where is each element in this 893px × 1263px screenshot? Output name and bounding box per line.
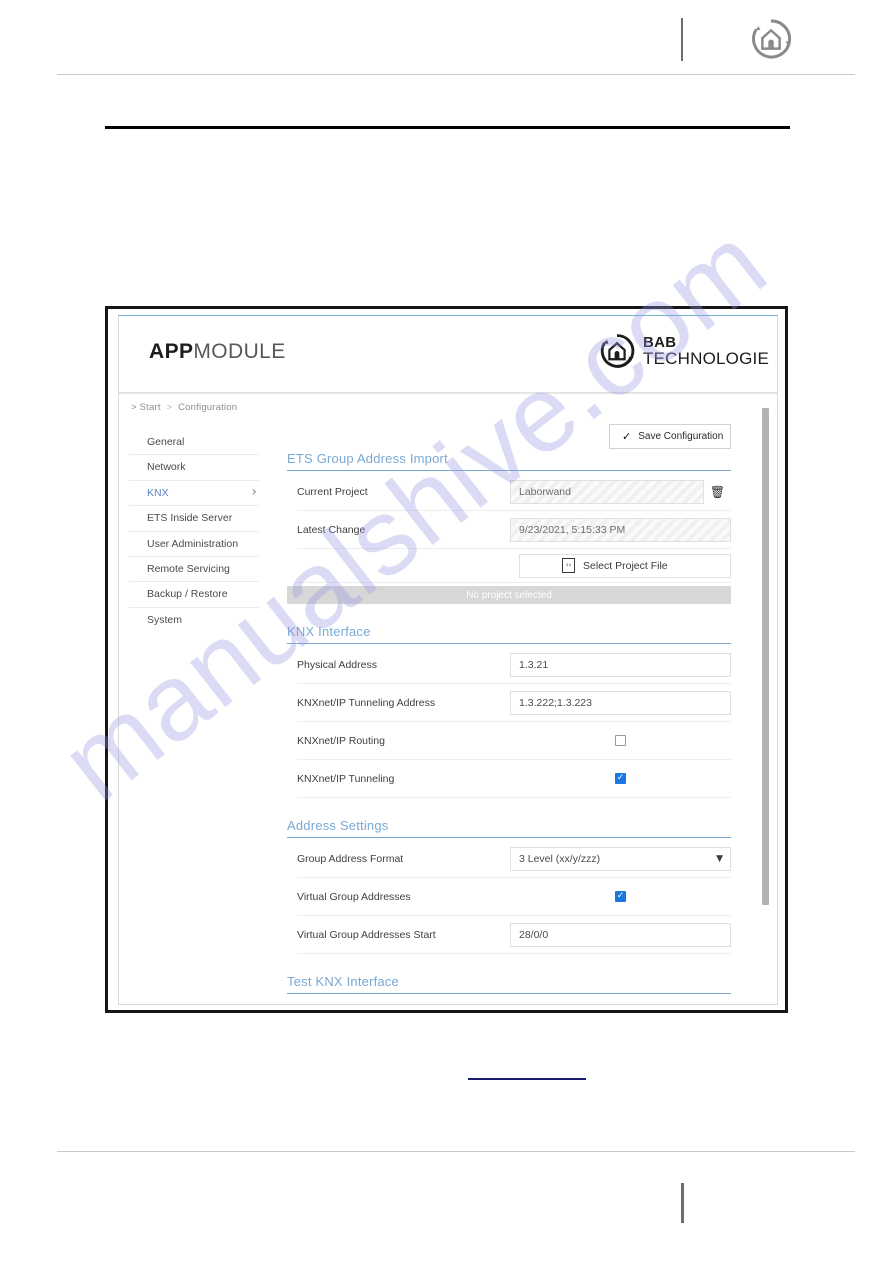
row-physical-address: Physical Address 1.3.21	[297, 646, 731, 684]
sidebar-item-label: Remote Servicing	[147, 562, 230, 575]
row-select-project-file: ‹› Select Project File	[297, 549, 731, 583]
row-group-address-format: Group Address Format 3 Level (xx/y/zzz) …	[297, 840, 731, 878]
field-latest-change: 9/23/2021, 5:15:33 PM	[510, 517, 731, 542]
sidebar-item-label: General	[147, 436, 185, 448]
select-project-file-button[interactable]: ‹› Select Project File	[519, 553, 731, 578]
row-knxnet-tunneling-address: KNXnet/IP Tunneling Address 1.3.222;1.3.…	[297, 684, 731, 722]
app-body: > Start > Configuration General Network …	[119, 393, 777, 1004]
sidebar-item-system[interactable]: System	[129, 608, 259, 633]
breadcrumb-item-start[interactable]: Start	[140, 402, 161, 413]
scrollbar-track[interactable]	[762, 398, 773, 1002]
sidebar-item-ets-inside-server[interactable]: ETS Inside Server	[129, 506, 259, 532]
select-group-address-format[interactable]: 3 Level (xx/y/zzz) ▼	[510, 846, 731, 871]
label-latest-change: Latest Change	[297, 523, 366, 536]
sidebar-item-user-administration[interactable]: User Administration	[129, 532, 259, 557]
input-knxnet-tunneling-address[interactable]: 1.3.222;1.3.223	[510, 690, 731, 715]
sidebar-item-label: User Administration	[147, 537, 239, 550]
checkbox-knxnet-routing[interactable]	[615, 735, 626, 746]
label-group-address-format: Group Address Format	[297, 852, 404, 865]
page-header-rule	[57, 74, 855, 75]
save-configuration-label: Save Configuration	[638, 431, 724, 442]
trash-icon[interactable]: 🗑	[704, 480, 731, 504]
page-header-accent-bar	[681, 18, 683, 61]
row-virtual-group-addresses-start: Virtual Group Addresses Start 28/0/0	[297, 916, 731, 954]
select-project-file-label: Select Project File	[583, 559, 668, 572]
section-title-ets-import: ETS Group Address Import	[287, 451, 448, 466]
config-content: ✓ Save Configuration ETS Group Address I…	[287, 424, 731, 996]
label-current-project: Current Project	[297, 485, 368, 498]
check-icon: ✓	[622, 430, 632, 443]
input-physical-address[interactable]: 1.3.21	[510, 652, 731, 677]
breadcrumb: > Start > Configuration	[131, 402, 237, 413]
label-virtual-group-addresses-start: Virtual Group Addresses Start	[297, 928, 436, 941]
section-title-address-settings: Address Settings	[287, 818, 389, 833]
bab-wordmark: BAB TECHNOLOGIE	[643, 333, 769, 368]
bab-technologie-logo: BAB TECHNOLOGIE	[598, 332, 769, 370]
label-knxnet-tunneling: KNXnet/IP Tunneling	[297, 772, 395, 785]
sidebar-item-knx[interactable]: KNX ›	[129, 481, 259, 507]
page-footer-accent-bar	[681, 1183, 684, 1223]
checkbox-virtual-group-addresses[interactable]: ✓	[615, 891, 626, 902]
row-virtual-group-addresses: Virtual Group Addresses ✓	[297, 878, 731, 916]
label-physical-address: Physical Address	[297, 658, 377, 671]
page-section-rule	[105, 126, 790, 129]
sidebar-item-network[interactable]: Network	[129, 455, 259, 481]
sidebar-nav: General Network KNX › ETS Inside Server …	[129, 430, 259, 633]
breadcrumb-prefix: >	[131, 402, 137, 413]
app-brand-light: MODULE	[193, 340, 286, 363]
section-rule	[287, 470, 731, 471]
save-configuration-button[interactable]: ✓ Save Configuration	[609, 424, 731, 449]
section-rule	[287, 993, 731, 994]
breadcrumb-separator: >	[166, 402, 173, 413]
sidebar-item-label: ETS Inside Server	[147, 512, 233, 525]
checkbox-knxnet-tunneling[interactable]: ✓	[615, 773, 626, 784]
sidebar-item-backup-restore[interactable]: Backup / Restore	[129, 582, 259, 608]
field-current-project: Laborwand	[510, 479, 704, 504]
status-bar-no-project: No project selected	[287, 586, 731, 604]
section-rule	[287, 837, 731, 838]
row-knxnet-tunneling: KNXnet/IP Tunneling ✓	[297, 760, 731, 798]
checkbox-wrap	[510, 735, 731, 746]
sidebar-item-label: KNX	[147, 486, 169, 499]
row-knxnet-routing: KNXnet/IP Routing	[297, 722, 731, 760]
row-latest-change: Latest Change 9/23/2021, 5:15:33 PM	[297, 511, 731, 549]
label-knxnet-routing: KNXnet/IP Routing	[297, 734, 385, 747]
sidebar-item-label: System	[147, 613, 183, 626]
label-knxnet-tunneling-address: KNXnet/IP Tunneling Address	[297, 696, 436, 709]
sidebar-item-label: Network	[147, 461, 186, 474]
checkbox-wrap: ✓	[510, 773, 731, 784]
appmodule-web-ui: APPMODULE BAB TECHNOLOGIE > Start > Conf…	[118, 315, 778, 1005]
section-title-knx-interface: KNX Interface	[287, 624, 371, 639]
section-rule	[287, 643, 731, 644]
bab-wordmark-line1: BAB	[643, 333, 677, 351]
scrollbar-thumb[interactable]	[762, 408, 769, 905]
page-link-underline[interactable]	[468, 1078, 586, 1080]
select-group-address-format-value: 3 Level (xx/y/zzz)	[519, 852, 601, 865]
checkbox-wrap: ✓	[510, 891, 731, 902]
input-virtual-group-addresses-start[interactable]: 28/0/0	[510, 922, 731, 947]
bab-house-logo-icon	[748, 16, 794, 62]
page-footer-rule	[57, 1151, 855, 1152]
section-title-test-knx-interface: Test KNX Interface	[287, 974, 399, 989]
chevron-down-icon: ▼	[716, 853, 723, 864]
bab-house-mark-icon	[600, 334, 635, 368]
sidebar-item-general[interactable]: General	[129, 430, 259, 456]
app-brand-bold: APP	[149, 340, 194, 363]
sidebar-item-remote-servicing[interactable]: Remote Servicing	[129, 557, 259, 583]
embedded-screenshot-frame: APPMODULE BAB TECHNOLOGIE > Start > Conf…	[105, 306, 788, 1013]
bab-wordmark-line2: TECHNOLOGIE	[643, 348, 769, 368]
sidebar-item-label: Backup / Restore	[147, 588, 228, 601]
label-virtual-group-addresses: Virtual Group Addresses	[297, 890, 411, 903]
app-brand-title: APPMODULE	[149, 340, 286, 364]
breadcrumb-item-configuration[interactable]: Configuration	[178, 402, 237, 413]
app-header: APPMODULE BAB TECHNOLOGIE	[119, 316, 777, 393]
chevron-right-icon: ›	[251, 483, 257, 500]
file-code-icon: ‹›	[562, 558, 575, 573]
row-current-project: Current Project Laborwand 🗑	[297, 473, 731, 511]
